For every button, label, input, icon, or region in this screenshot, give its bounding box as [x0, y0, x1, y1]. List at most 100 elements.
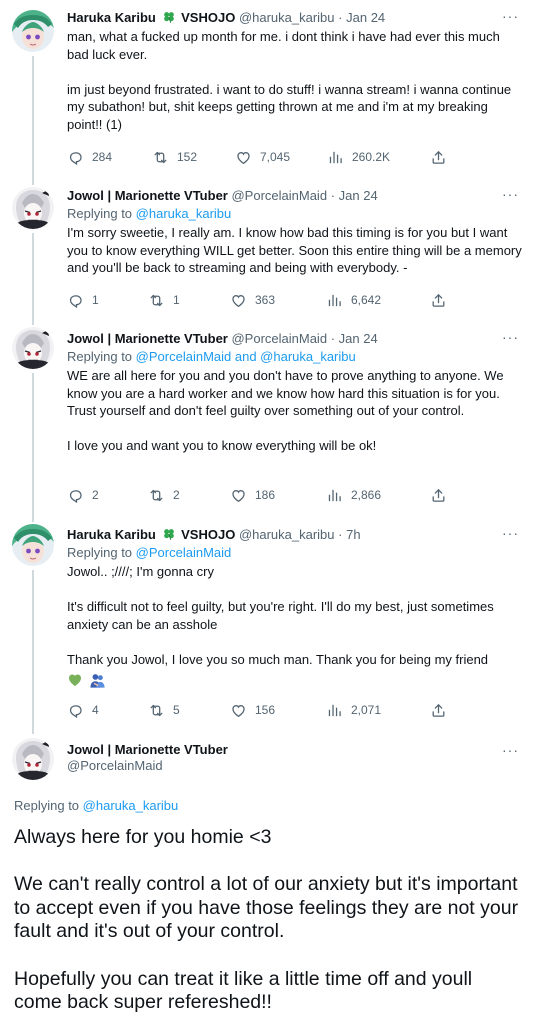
- tweet-paragraph: I'm sorry sweetie, I really am. I know h…: [67, 225, 522, 276]
- replying-to-link[interactable]: @PorcelainMaid and @haruka_karibu: [136, 349, 356, 364]
- share-button[interactable]: [430, 290, 455, 310]
- tweet-paragraph: WE are all here for you and you don't ha…: [67, 368, 504, 419]
- retweet-button[interactable]: 1: [148, 290, 180, 310]
- more-options-icon[interactable]: ···: [502, 7, 519, 25]
- thread-line: [32, 233, 34, 321]
- share-button[interactable]: [430, 700, 455, 720]
- avatar[interactable]: [12, 327, 54, 369]
- handle[interactable]: @haruka_karibu: [239, 10, 335, 25]
- affiliation-badge[interactable]: VSHOJO: [181, 527, 235, 542]
- tweet-text: man, what a fucked up month for me. i do…: [67, 28, 523, 134]
- handle[interactable]: @PorcelainMaid: [231, 331, 327, 346]
- reply-button[interactable]: 4: [67, 700, 99, 720]
- like-button[interactable]: 7,045: [235, 147, 290, 167]
- separator: ·: [338, 527, 343, 542]
- like-button[interactable]: 186: [230, 485, 275, 505]
- reply-count: 284: [92, 150, 113, 164]
- action-bar: 284 152 7,045 260.2K: [67, 147, 467, 167]
- thread-line: [32, 570, 34, 728]
- avatar[interactable]: [12, 524, 54, 566]
- replying-to: Replying to @haruka_karibu: [14, 797, 178, 815]
- tweet[interactable]: Jowol | Marionette VTuber @PorcelainMaid…: [0, 321, 533, 518]
- reply-button[interactable]: 284: [67, 147, 112, 167]
- handle[interactable]: @PorcelainMaid: [231, 188, 327, 203]
- action-bar: 4 5 156 2,071: [67, 700, 467, 720]
- more-options-icon[interactable]: ···: [502, 185, 519, 203]
- avatar[interactable]: [12, 187, 54, 229]
- like-button[interactable]: 156: [230, 700, 275, 720]
- views-icon: [326, 487, 343, 504]
- display-name[interactable]: Haruka Karibu: [67, 527, 156, 542]
- like-button[interactable]: 363: [230, 290, 275, 310]
- four-leaf-clover-icon: [162, 10, 176, 25]
- share-icon: [430, 487, 447, 504]
- tweet-paragraph: Jowol.. ;////; I'm gonna cry: [67, 564, 214, 579]
- views-button[interactable]: 2,866: [326, 485, 381, 505]
- people-hugging-icon: [89, 672, 106, 694]
- replying-label: Replying to: [67, 206, 133, 221]
- share-button[interactable]: [430, 147, 455, 167]
- views-button[interactable]: 260.2K: [327, 147, 390, 167]
- display-name[interactable]: Jowol | Marionette VTuber: [67, 188, 228, 203]
- replying-to-link[interactable]: @PorcelainMaid: [136, 545, 232, 560]
- views-icon: [327, 149, 344, 166]
- reply-button[interactable]: 2: [67, 485, 99, 505]
- replying-to-link[interactable]: @haruka_karibu: [83, 798, 179, 813]
- retweet-button[interactable]: 152: [152, 147, 197, 167]
- emoji-row: [67, 672, 523, 690]
- more-options-icon[interactable]: ···: [502, 742, 519, 758]
- replying-to: Replying to @PorcelainMaid and @haruka_k…: [67, 348, 523, 366]
- timestamp[interactable]: Jan 24: [339, 188, 378, 203]
- like-icon: [230, 487, 247, 504]
- avatar[interactable]: [12, 738, 54, 780]
- tweet-text: Always here for you homie <3 We can't re…: [14, 826, 521, 1015]
- retweet-icon: [148, 292, 165, 309]
- display-name[interactable]: Haruka Karibu: [67, 10, 156, 25]
- like-count: 156: [255, 703, 276, 717]
- tweet[interactable]: Jowol | Marionette VTuber @PorcelainMaid…: [0, 181, 533, 321]
- action-bar: 1 1 363 6,642: [67, 290, 467, 310]
- replying-to-link[interactable]: @haruka_karibu: [136, 206, 232, 221]
- share-icon: [430, 292, 447, 309]
- more-options-icon[interactable]: ···: [502, 524, 519, 542]
- thread-line: [32, 518, 34, 522]
- views-button[interactable]: 2,071: [326, 700, 381, 720]
- thread-line: [32, 181, 34, 185]
- like-icon: [230, 702, 247, 719]
- tweet[interactable]: Haruka Karibu VSHOJO @haruka_karibu · Ja…: [0, 0, 533, 181]
- replying-to: Replying to @PorcelainMaid: [67, 544, 523, 562]
- retweet-button[interactable]: 5: [148, 700, 180, 720]
- replying-to: Replying to @haruka_karibu: [67, 205, 523, 223]
- tweet-header: Jowol | Marionette VTuber @PorcelainMaid…: [67, 328, 523, 348]
- views-button[interactable]: 6,642: [326, 290, 381, 310]
- tweet-header: Haruka Karibu VSHOJO @haruka_karibu · 7h…: [67, 524, 523, 544]
- display-name[interactable]: Jowol | Marionette VTuber: [67, 331, 228, 346]
- tweet[interactable]: Haruka Karibu VSHOJO @haruka_karibu · 7h…: [0, 518, 533, 728]
- replying-label: Replying to: [67, 349, 133, 364]
- tweet-header: Jowol | Marionette VTuber @PorcelainMaid…: [67, 185, 523, 205]
- reply-icon: [67, 292, 84, 309]
- tweet-paragraph: man, what a fucked up month for me. i do…: [67, 29, 500, 62]
- timestamp[interactable]: Jan 24: [346, 10, 385, 25]
- avatar[interactable]: [12, 10, 54, 52]
- action-bar: 2 2 186 2,866: [67, 485, 467, 505]
- handle[interactable]: @haruka_karibu: [239, 527, 335, 542]
- like-count: 7,045: [260, 150, 291, 164]
- timestamp[interactable]: 7h: [346, 527, 360, 542]
- share-button[interactable]: [430, 485, 455, 505]
- more-options-icon[interactable]: ···: [502, 328, 519, 346]
- retweet-count: 1: [173, 293, 180, 307]
- handle[interactable]: @PorcelainMaid: [67, 758, 523, 773]
- display-name[interactable]: Jowol | Marionette VTuber: [67, 742, 523, 757]
- timestamp[interactable]: Jan 24: [339, 331, 378, 346]
- retweet-count: 5: [173, 703, 180, 717]
- like-icon: [235, 149, 252, 166]
- view-count: 2,866: [351, 488, 382, 502]
- tweet-text: WE are all here for you and you don't ha…: [67, 367, 523, 455]
- tweet-paragraph: We can't really control a lot of our anx…: [14, 873, 519, 943]
- author-block: Jowol | Marionette VTuber @PorcelainMaid…: [67, 742, 523, 773]
- affiliation-badge[interactable]: VSHOJO: [181, 10, 235, 25]
- reply-button[interactable]: 1: [67, 290, 99, 310]
- tweet-paragraph: Always here for you homie <3: [14, 826, 272, 848]
- retweet-button[interactable]: 2: [148, 485, 180, 505]
